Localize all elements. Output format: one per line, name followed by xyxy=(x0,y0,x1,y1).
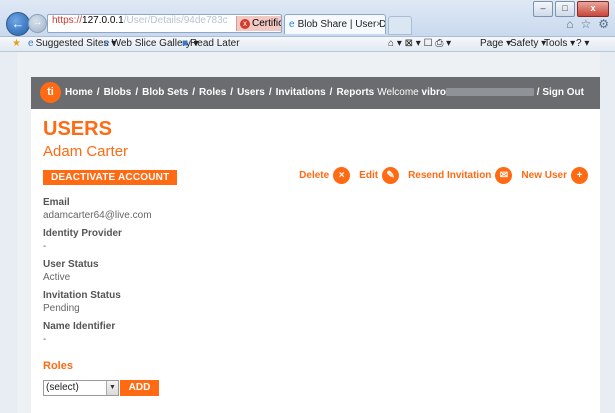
field-identity-provider: Identity Provider - xyxy=(43,228,122,252)
tab-title: Blob Share | User Details xyxy=(297,19,386,30)
web-slice-icon: e xyxy=(104,38,110,49)
close-icon: × xyxy=(333,167,351,184)
minimize-button[interactable]: – xyxy=(533,1,553,17)
user-details: Email adamcarter64@live.com Identity Pro… xyxy=(43,196,343,351)
nav-reports[interactable]: Reports xyxy=(336,87,374,98)
read-later-link[interactable]: ■ Read Later xyxy=(182,37,240,51)
back-button[interactable]: ← xyxy=(6,12,30,36)
roles-heading: Roles xyxy=(43,360,73,372)
address-host: 127.0.0.1 xyxy=(82,15,124,26)
top-navigation: ti Home / Blobs / Blob Sets / Roles / Users / Invi… xyxy=(31,77,600,109)
chevron-down-icon: ▼ xyxy=(106,381,118,395)
page-viewport: ti Home / Blobs / Blob Sets / Roles / Users / Invi… xyxy=(17,52,600,413)
certificate-error-badge[interactable]: xCertificate e... xyxy=(236,16,281,31)
help-icon[interactable]: ? ▾ xyxy=(576,37,589,51)
plus-icon: + xyxy=(571,167,588,184)
deactivate-account-button[interactable]: DEACTIVATE ACCOUNT xyxy=(43,170,178,185)
nav-home[interactable]: Home xyxy=(65,87,93,98)
field-invitation-status: Invitation Status Pending xyxy=(43,290,121,314)
resend-invitation-action[interactable]: Resend Invitation ✉ xyxy=(408,167,513,184)
page-title: USERS xyxy=(43,118,112,140)
favorites-star-icon[interactable]: ☆ xyxy=(580,17,591,31)
tools-menu[interactable]: Tools ▾ xyxy=(544,37,575,51)
redacted-email xyxy=(445,88,534,97)
delete-action[interactable]: Delete × xyxy=(299,167,351,184)
nav-blobs[interactable]: Blobs xyxy=(104,87,132,98)
field-email: Email adamcarter64@live.com xyxy=(43,197,152,221)
page-menu[interactable]: Page ▾ xyxy=(480,37,511,51)
favorites-bar: ★ e Suggested Sites ▾ e Web Slice Gallery … xyxy=(0,37,615,52)
new-tab-button[interactable] xyxy=(388,16,412,35)
address-scheme: https:// xyxy=(52,15,83,26)
username: vibro xyxy=(421,87,446,98)
user-name-heading: Adam Carter xyxy=(43,143,129,160)
favorites-star-icon[interactable]: ★ xyxy=(12,37,21,51)
role-select[interactable]: (select) ▼ xyxy=(43,380,119,396)
tools-gear-icon[interactable]: ⚙ xyxy=(598,17,609,31)
sign-out-link[interactable]: Sign Out xyxy=(542,87,584,98)
browser-tab-active[interactable]: eBlob Share | User Details × xyxy=(284,14,386,34)
user-actions: Delete × Edit ✎ Resend Invitation ✉ New Use… xyxy=(290,167,588,184)
role-select-value: (select) xyxy=(46,382,79,393)
browser-titlebar: – □ x ← → https://127.0.0.1/User/Details… xyxy=(0,0,615,37)
close-tab-icon[interactable]: × xyxy=(376,15,382,34)
command-icons[interactable]: ⌂ ▾ ⊠ ▾ ☐ ⎙ ▾ xyxy=(388,37,451,51)
content-card: ti Home / Blobs / Blob Sets / Roles / Users / Invi… xyxy=(31,77,600,413)
nav-invitations[interactable]: Invitations xyxy=(276,87,326,98)
nav-blob-sets[interactable]: Blob Sets xyxy=(142,87,188,98)
welcome-text: Welcome xyxy=(377,87,419,98)
safety-menu[interactable]: Safety ▾ xyxy=(510,37,546,51)
field-user-status: User Status Active xyxy=(43,259,99,283)
field-name-identifier: Name Identifier - xyxy=(43,321,116,345)
browser-top-icons: ⌂ ☆ ⚙ xyxy=(566,17,609,31)
address-path: /User/Details/94de783c xyxy=(123,15,228,26)
maximize-button[interactable]: □ xyxy=(555,1,575,17)
address-bar[interactable]: https://127.0.0.1/User/Details/94de783c … xyxy=(47,14,282,33)
certificate-label: Certificate e... xyxy=(252,18,281,29)
window-controls: – □ x xyxy=(531,1,609,17)
certificate-error-icon: x xyxy=(240,19,250,29)
new-user-action[interactable]: New User + xyxy=(521,167,588,184)
suggested-sites-link[interactable]: e Suggested Sites ▾ xyxy=(28,37,116,51)
user-box: Welcome vibro / Sign Out xyxy=(377,87,584,98)
pencil-icon: ✎ xyxy=(382,167,400,184)
home-icon[interactable]: ⌂ xyxy=(566,17,573,31)
edit-action[interactable]: Edit ✎ xyxy=(359,167,400,184)
envelope-icon: ✉ xyxy=(495,167,513,184)
main-menu: Home / Blobs / Blob Sets / Roles / Users / Invitat… xyxy=(65,87,375,98)
read-later-icon: ■ xyxy=(182,38,189,49)
close-window-button[interactable]: x xyxy=(577,1,609,17)
add-role-button[interactable]: ADD xyxy=(120,380,159,396)
suggested-sites-icon: e xyxy=(28,38,34,49)
nav-users[interactable]: Users xyxy=(237,87,265,98)
nav-roles[interactable]: Roles xyxy=(199,87,226,98)
app-logo[interactable]: ti xyxy=(40,82,61,103)
forward-button[interactable]: → xyxy=(28,14,47,33)
ie-page-icon: e xyxy=(289,19,295,30)
